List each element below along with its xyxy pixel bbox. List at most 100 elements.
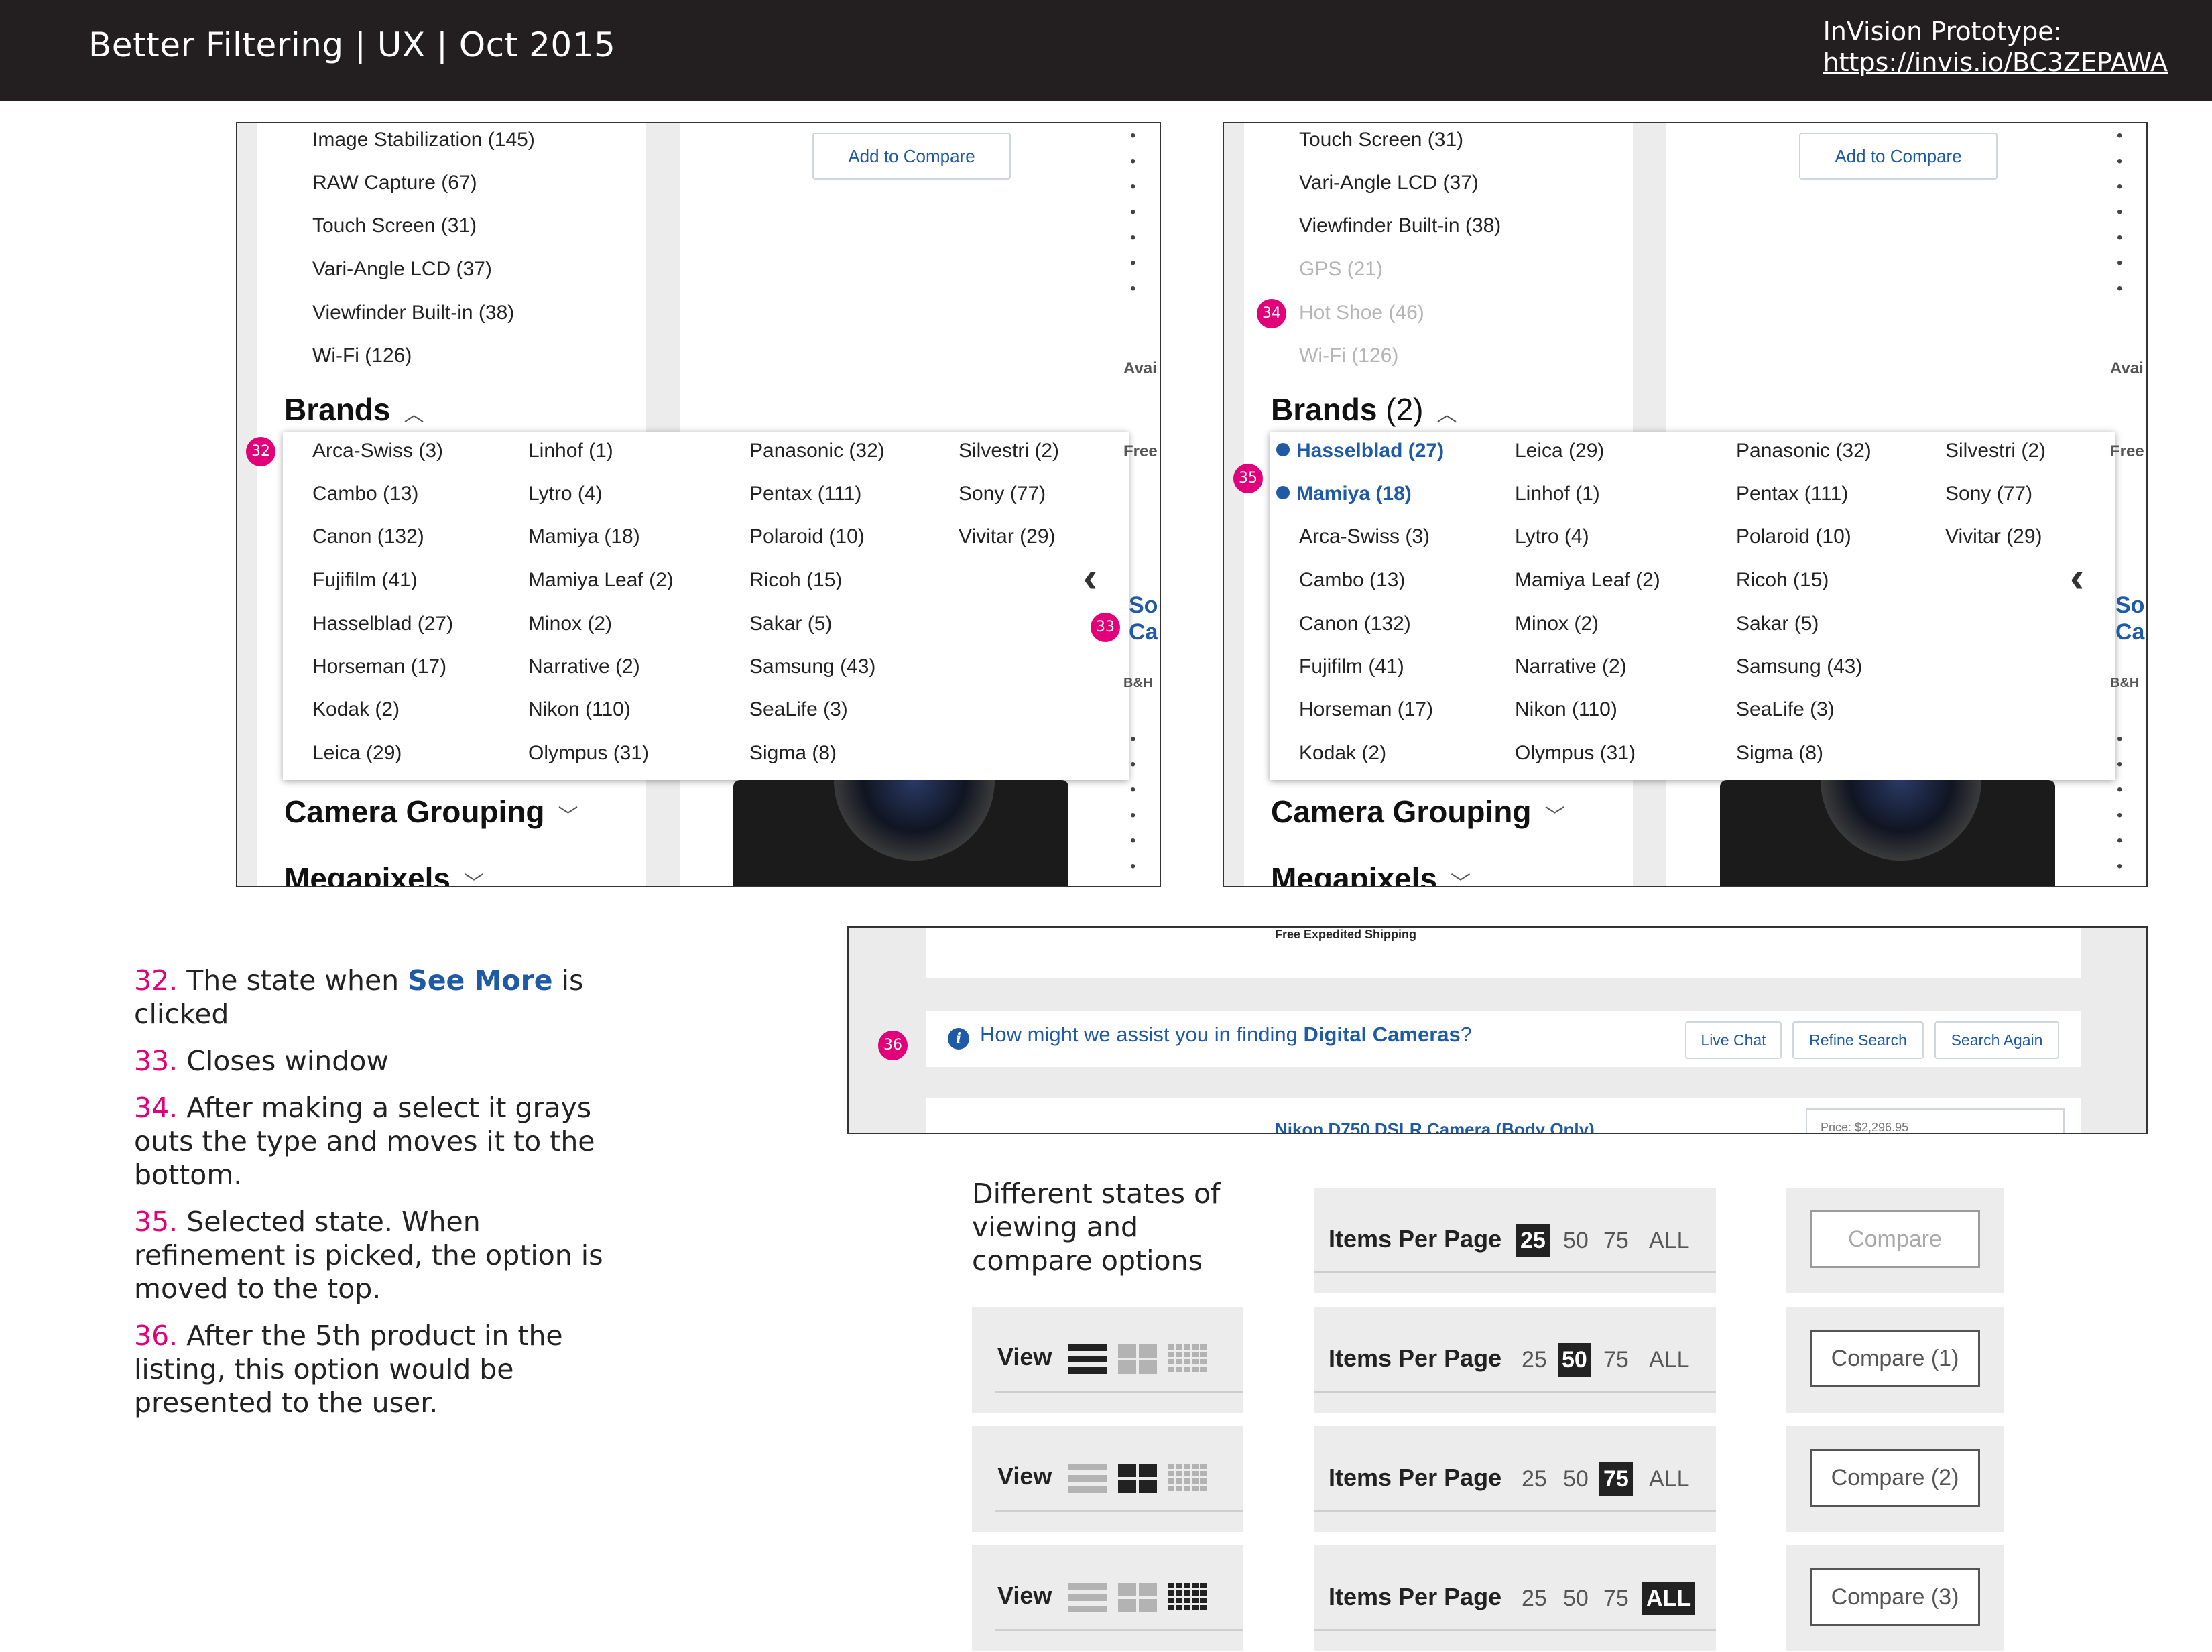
brand-option[interactable]: Nikon (110) xyxy=(1515,698,1617,721)
dense-grid-view-icon[interactable] xyxy=(1168,1582,1207,1614)
brand-option[interactable]: Cambo (13) xyxy=(1299,569,1405,592)
feature-item[interactable]: Viewfinder Built-in (38) xyxy=(312,302,514,324)
brand-option[interactable]: Arca-Swiss (3) xyxy=(312,440,443,462)
ipp-option-25[interactable]: 25 xyxy=(1516,1224,1550,1257)
list-view-icon[interactable] xyxy=(1068,1462,1107,1495)
grid-view-icon[interactable] xyxy=(1118,1582,1157,1614)
list-view-icon[interactable] xyxy=(1068,1582,1107,1614)
ipp-option-all[interactable]: ALL xyxy=(1649,1224,1690,1257)
megapixels-heading[interactable]: Megapixels ﹀ xyxy=(1271,861,1471,886)
brand-option[interactable]: Kodak (2) xyxy=(1299,742,1386,765)
brand-option[interactable]: Canon (132) xyxy=(312,525,424,548)
brand-option[interactable]: Arca-Swiss (3) xyxy=(1299,525,1430,548)
brand-option[interactable]: Sakar (5) xyxy=(749,613,832,635)
brand-option[interactable]: Mamiya Leaf (2) xyxy=(1515,569,1660,592)
brand-option[interactable]: Sakar (5) xyxy=(1736,613,1819,635)
compare-button[interactable]: Compare (1) xyxy=(1810,1330,1980,1387)
grid-view-icon[interactable] xyxy=(1118,1343,1157,1375)
brand-option[interactable]: Pentax (111) xyxy=(1736,483,1848,505)
brand-option[interactable]: Minox (2) xyxy=(528,613,612,635)
brand-option[interactable]: Samsung (43) xyxy=(749,655,875,678)
feature-item[interactable]: RAW Capture (67) xyxy=(312,172,477,194)
feature-item[interactable]: Touch Screen (31) xyxy=(312,214,477,237)
ipp-option-75[interactable]: 75 xyxy=(1603,1582,1629,1615)
ipp-option-50[interactable]: 50 xyxy=(1563,1582,1589,1615)
search-again-button[interactable]: Search Again xyxy=(1934,1021,2059,1059)
brand-option-selected[interactable]: Hasselblad (27) xyxy=(1276,440,1444,462)
compare-button[interactable]: Compare (3) xyxy=(1810,1568,1980,1626)
brand-option[interactable]: Panasonic (32) xyxy=(1736,440,1871,462)
ipp-option-25[interactable]: 25 xyxy=(1522,1462,1547,1496)
brand-option[interactable]: Leica (29) xyxy=(1515,440,1604,462)
brand-option[interactable]: Sony (77) xyxy=(959,483,1046,505)
brand-option[interactable]: Mamiya Leaf (2) xyxy=(528,569,674,592)
brand-option[interactable]: Ricoh (15) xyxy=(749,569,842,592)
brand-option[interactable]: Linhof (1) xyxy=(528,440,613,462)
brand-option[interactable]: Narrative (2) xyxy=(1515,655,1627,678)
megapixels-heading[interactable]: Megapixels ﹀ xyxy=(284,861,484,886)
refine-search-button[interactable]: Refine Search xyxy=(1792,1021,1924,1059)
feature-item[interactable]: Vari-Angle LCD (37) xyxy=(312,258,492,281)
compare-button-disabled[interactable]: Compare xyxy=(1810,1210,1980,1268)
feature-item-grayed[interactable]: GPS (21) xyxy=(1299,258,1383,281)
brand-option[interactable]: Horseman (17) xyxy=(1299,698,1433,721)
close-popover-chevron-left-icon[interactable]: ‹ xyxy=(2070,552,2084,602)
ipp-option-50[interactable]: 50 xyxy=(1558,1343,1591,1377)
brand-option[interactable]: Polaroid (10) xyxy=(749,525,865,548)
feature-item-grayed[interactable]: Hot Shoe (46) xyxy=(1299,302,1424,324)
brand-option[interactable]: Vivitar (29) xyxy=(1945,525,2042,548)
brand-option[interactable]: Olympus (31) xyxy=(1515,742,1636,765)
feature-item[interactable]: Viewfinder Built-in (38) xyxy=(1299,214,1501,237)
close-popover-chevron-left-icon[interactable]: ‹ xyxy=(1083,552,1097,602)
dense-grid-view-icon[interactable] xyxy=(1168,1343,1207,1375)
feature-item[interactable]: Touch Screen (31) xyxy=(1299,129,1463,151)
ipp-option-25[interactable]: 25 xyxy=(1522,1343,1547,1377)
brand-option[interactable]: Fujifilm (41) xyxy=(1299,655,1404,678)
next-product-title[interactable]: Nikon D750 DSLR Camera (Body Only) xyxy=(1275,1119,1595,1133)
brands-heading[interactable]: Brands (2) ︿ xyxy=(1271,391,1457,428)
brand-option[interactable]: Linhof (1) xyxy=(1515,483,1600,505)
brand-option[interactable]: Mamiya (18) xyxy=(528,525,640,548)
dense-grid-view-icon[interactable] xyxy=(1168,1462,1207,1495)
camera-grouping-heading[interactable]: Camera Grouping ﹀ xyxy=(1271,793,1565,830)
ipp-option-all[interactable]: ALL xyxy=(1642,1582,1695,1615)
prototype-link[interactable]: https://invis.io/BC3ZEPAWA xyxy=(1823,47,2168,78)
brand-option[interactable]: Narrative (2) xyxy=(528,655,640,678)
add-to-compare-button[interactable]: Add to Compare xyxy=(1799,133,1998,180)
brand-option[interactable]: SeaLife (3) xyxy=(749,698,848,721)
grid-view-icon[interactable] xyxy=(1118,1462,1157,1495)
ipp-option-all[interactable]: ALL xyxy=(1649,1462,1690,1496)
live-chat-button[interactable]: Live Chat xyxy=(1685,1021,1782,1059)
camera-grouping-heading[interactable]: Camera Grouping ﹀ xyxy=(284,793,578,830)
brand-option[interactable]: Fujifilm (41) xyxy=(312,569,418,592)
brand-option[interactable]: Lytro (4) xyxy=(1515,525,1589,548)
brand-option[interactable]: Silvestri (2) xyxy=(1945,440,2046,462)
brand-option[interactable]: Ricoh (15) xyxy=(1736,569,1829,592)
ipp-option-25[interactable]: 25 xyxy=(1522,1582,1547,1615)
brand-option[interactable]: Panasonic (32) xyxy=(749,440,885,462)
ipp-option-50[interactable]: 50 xyxy=(1563,1462,1589,1496)
brand-option[interactable]: Vivitar (29) xyxy=(959,525,1056,548)
add-to-compare-button[interactable]: Add to Compare xyxy=(812,133,1011,180)
feature-item-grayed[interactable]: Wi-Fi (126) xyxy=(1299,344,1398,367)
brand-option[interactable]: Cambo (13) xyxy=(312,483,418,505)
list-view-icon[interactable] xyxy=(1068,1343,1107,1375)
brand-option[interactable]: Horseman (17) xyxy=(312,655,446,678)
brand-option[interactable]: Kodak (2) xyxy=(312,698,400,721)
ipp-option-75[interactable]: 75 xyxy=(1603,1343,1629,1377)
brand-option[interactable]: Pentax (111) xyxy=(749,483,861,505)
brand-option[interactable]: Canon (132) xyxy=(1299,613,1411,635)
compare-button[interactable]: Compare (2) xyxy=(1810,1449,1980,1507)
ipp-option-75[interactable]: 75 xyxy=(1599,1462,1633,1496)
brand-option[interactable]: Sigma (8) xyxy=(749,742,837,765)
brand-option[interactable]: Sigma (8) xyxy=(1736,742,1823,765)
brand-option[interactable]: Lytro (4) xyxy=(528,483,603,505)
brand-option[interactable]: Minox (2) xyxy=(1515,613,1599,635)
brand-option[interactable]: Leica (29) xyxy=(312,742,402,765)
brand-option[interactable]: Olympus (31) xyxy=(528,742,649,765)
brand-option[interactable]: SeaLife (3) xyxy=(1736,698,1835,721)
brand-option-selected[interactable]: Mamiya (18) xyxy=(1276,483,1412,505)
feature-item[interactable]: Vari-Angle LCD (37) xyxy=(1299,172,1479,194)
feature-item[interactable]: Image Stabilization (145) xyxy=(312,129,535,151)
brand-option[interactable]: Hasselblad (27) xyxy=(312,613,453,635)
